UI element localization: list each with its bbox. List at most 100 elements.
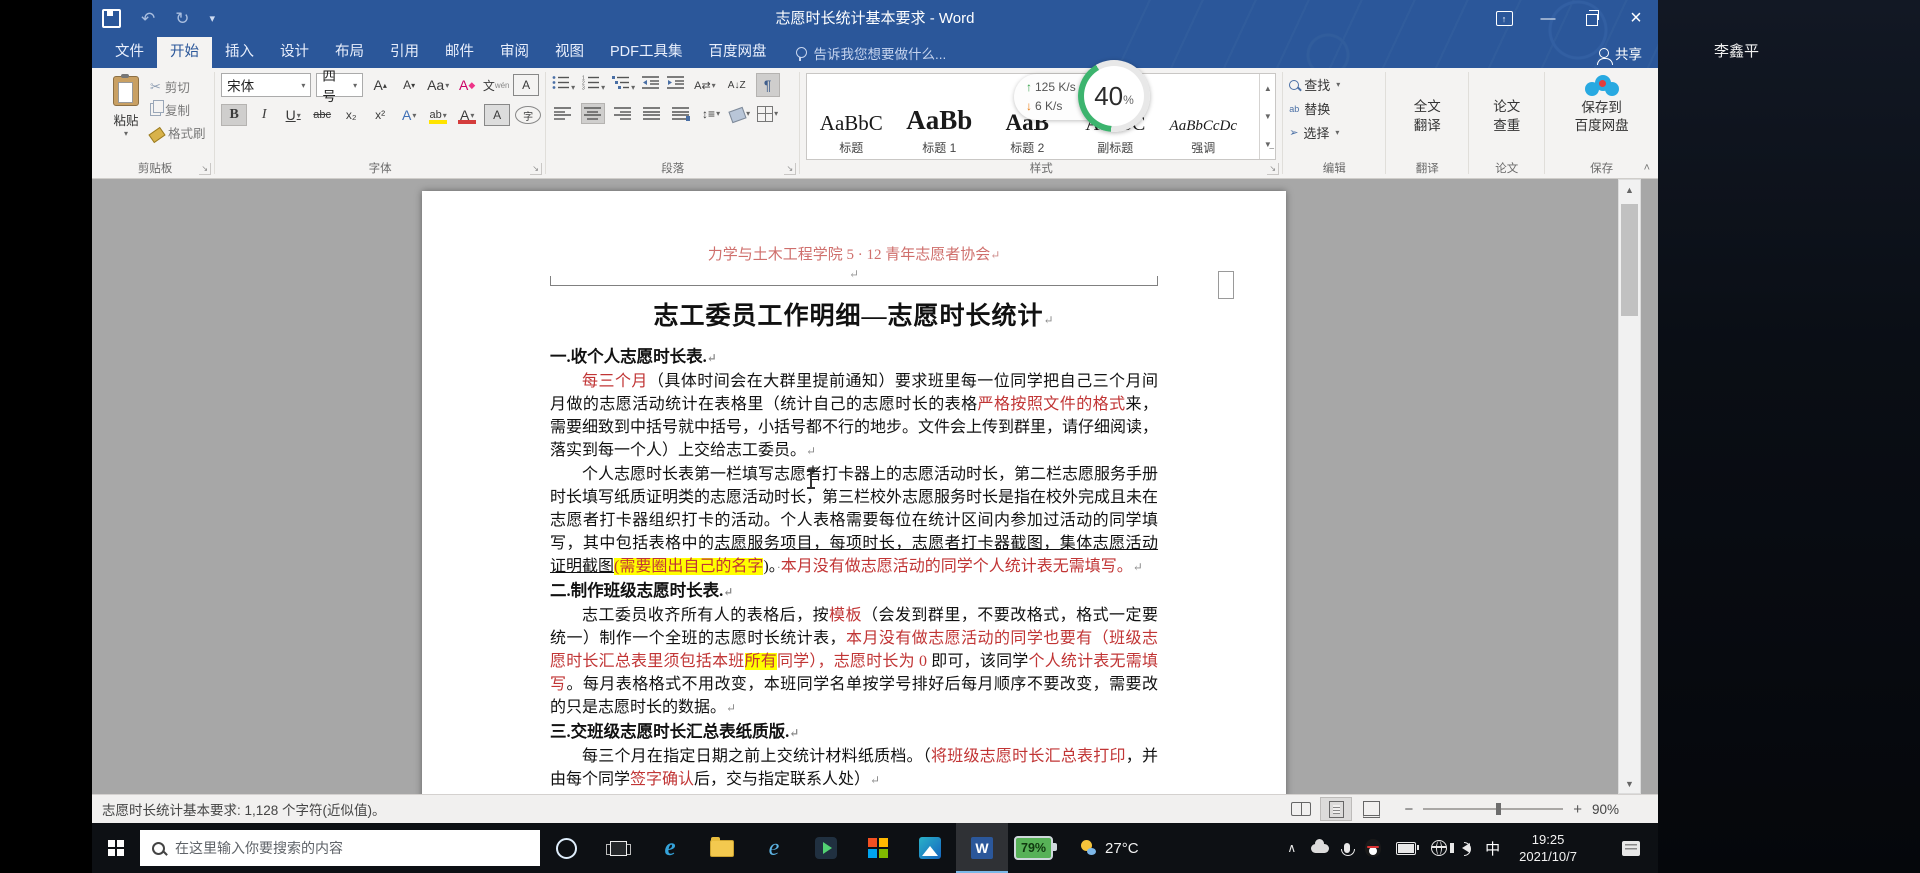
qq-tray-icon[interactable] <box>1365 839 1382 857</box>
volume-tray-icon[interactable] <box>1450 842 1472 856</box>
save-icon[interactable] <box>102 9 121 28</box>
edge-button[interactable]: e <box>644 823 696 873</box>
sort-button[interactable]: A↓Z <box>725 75 749 95</box>
close-button[interactable]: × <box>1614 0 1658 37</box>
ime-indicator[interactable]: 中 <box>1485 838 1500 859</box>
save-to-baidu-button[interactable]: 保存到 百度网盘 <box>1551 99 1652 135</box>
distribute-button[interactable] <box>670 104 692 123</box>
font-color-button[interactable]: A ▾ <box>455 105 479 125</box>
task-view-button[interactable] <box>592 823 644 873</box>
zoom-slider[interactable] <box>1423 803 1564 815</box>
paper-check-button[interactable]: 论文 查重 <box>1475 73 1538 160</box>
style-标题[interactable]: AaBbC 标题 <box>807 74 895 159</box>
photos-button[interactable] <box>904 823 956 873</box>
styles-scroll-down-icon[interactable]: ▼ <box>1260 102 1275 130</box>
app-tiles-button[interactable] <box>852 823 904 873</box>
zoom-slider-thumb[interactable] <box>1496 803 1502 815</box>
print-layout-button[interactable] <box>1320 797 1353 821</box>
text-effects-button[interactable]: A ▾ <box>397 105 421 125</box>
bold-button[interactable]: B <box>221 104 248 126</box>
phonetic-guide-button[interactable]: 文 wén <box>483 75 510 95</box>
bullets-button[interactable]: ▾ <box>552 75 575 95</box>
asian-layout-button[interactable]: A⇄ ▾ <box>692 75 718 95</box>
scroll-down-icon[interactable]: ▼ <box>1619 774 1640 793</box>
battery-percent-badge[interactable]: 79% <box>1014 836 1058 860</box>
styles-dialog-launcher[interactable]: ↘ <box>1267 163 1280 175</box>
tell-me-box[interactable]: 告诉我您想要做什么... <box>795 37 946 68</box>
underline-button[interactable]: U ▾ <box>281 105 305 125</box>
battery-tray-icon[interactable] <box>1396 841 1420 855</box>
collapse-ribbon-icon[interactable]: ˄ <box>1644 162 1650 174</box>
copy-button[interactable]: 复制 <box>150 100 206 119</box>
full-text-translate-button[interactable]: 全文 翻译 <box>1392 73 1462 160</box>
line-spacing-button[interactable]: ↕≡ ▾ <box>699 104 723 124</box>
character-border-button[interactable]: A <box>513 74 540 96</box>
align-right-button[interactable] <box>612 104 634 123</box>
italic-button[interactable]: I <box>252 105 276 125</box>
subscript-button[interactable]: x₂ <box>339 105 363 125</box>
styles-scroll-up-icon[interactable]: ▲ <box>1260 74 1275 102</box>
font-size-select[interactable]: 四号 ▾ <box>316 69 364 104</box>
enclose-characters-button[interactable]: 字 <box>515 106 542 124</box>
taskbar-search-input[interactable]: 在这里输入你要搜索的内容 <box>140 830 540 866</box>
tab-百度网盘[interactable]: 百度网盘 <box>696 37 780 68</box>
file-explorer-button[interactable] <box>696 823 748 873</box>
web-layout-button[interactable] <box>1356 798 1386 820</box>
start-button[interactable] <box>92 823 140 873</box>
ribbon-display-options-button[interactable]: ↑ <box>1482 0 1526 37</box>
decrease-indent-button[interactable] <box>642 75 660 95</box>
word-count-status[interactable]: 志愿时长统计基本要求: 1,128 个字符(近似值)。 <box>102 799 386 819</box>
increase-indent-button[interactable] <box>667 75 685 95</box>
undo-icon[interactable]: ↶ <box>141 10 155 27</box>
share-button[interactable]: 共享 <box>1597 37 1642 68</box>
strikethrough-button[interactable]: abc <box>310 105 334 125</box>
cut-button[interactable]: ✂ 剪切 <box>150 77 206 96</box>
vertical-scrollbar[interactable]: ▲ ▼ <box>1618 179 1641 794</box>
format-painter-button[interactable]: 格式刷 <box>148 123 206 143</box>
document-page[interactable]: 力学与土木工程学院 5 · 12 青年志愿者协会↵ ↵ 志工委员工作明细—志愿时… <box>422 191 1286 794</box>
scroll-up-icon[interactable]: ▲ <box>1619 180 1640 199</box>
zoom-percent[interactable]: 90% <box>1592 802 1628 817</box>
redo-icon[interactable]: ↻ <box>175 10 189 27</box>
align-center-button[interactable] <box>581 103 606 124</box>
paste-button[interactable]: 粘贴 ▾ <box>102 73 150 160</box>
change-case-button[interactable]: Aa ▾ <box>426 75 450 95</box>
read-mode-button[interactable] <box>1286 798 1316 820</box>
minimize-button[interactable]: — <box>1526 0 1570 37</box>
tab-邮件[interactable]: 邮件 <box>432 37 487 68</box>
word-taskbar-button[interactable]: W <box>956 823 1008 873</box>
tray-expand-icon[interactable]: ∧ <box>1287 841 1296 855</box>
style-强调[interactable]: AaBbCcDc 强调 <box>1159 74 1247 159</box>
multilevel-list-button[interactable]: ▾ <box>612 75 635 95</box>
clear-formatting-button[interactable]: A ◆ <box>455 75 479 95</box>
tab-文件[interactable]: 文件 <box>102 37 157 68</box>
network-tray-icon[interactable] <box>1431 840 1448 856</box>
character-shading-button[interactable]: A <box>484 104 511 126</box>
scrollbar-thumb[interactable] <box>1621 204 1638 316</box>
shading-button[interactable]: ▾ <box>728 106 750 124</box>
find-button[interactable]: 查找 ▾ <box>1289 75 1379 94</box>
tab-插入[interactable]: 插入 <box>212 37 267 68</box>
microphone-tray-icon[interactable] <box>1341 843 1356 856</box>
paragraph-dialog-launcher[interactable]: ↘ <box>784 163 797 175</box>
clipboard-dialog-launcher[interactable]: ↘ <box>199 163 212 175</box>
tab-设计[interactable]: 设计 <box>267 37 322 68</box>
grow-font-button[interactable]: A ▴ <box>368 75 392 95</box>
cloud-tray-icon[interactable] <box>1311 838 1330 853</box>
style-标题 1[interactable]: AaBb 标题 1 <box>895 74 983 159</box>
cortana-button[interactable] <box>540 823 592 873</box>
superscript-button[interactable]: x² <box>368 105 392 125</box>
shrink-font-button[interactable]: A ▾ <box>397 75 421 95</box>
tab-引用[interactable]: 引用 <box>377 37 432 68</box>
internet-explorer-button[interactable]: e <box>748 823 800 873</box>
action-center-icon[interactable] <box>1622 840 1640 856</box>
tab-布局[interactable]: 布局 <box>322 37 377 68</box>
show-hide-marks-button[interactable]: ¶ <box>755 73 780 97</box>
media-player-button[interactable] <box>800 823 852 873</box>
taskbar-clock[interactable]: 19:25 2021/10/7 <box>1519 831 1577 865</box>
tab-审阅[interactable]: 审阅 <box>487 37 542 68</box>
performance-ring-overlay[interactable]: 40 % <box>1078 60 1150 132</box>
styles-more-icon[interactable]: ▼̲ <box>1260 131 1275 159</box>
font-dialog-launcher[interactable]: ↘ <box>530 163 543 175</box>
tab-PDF工具集[interactable]: PDF工具集 <box>597 37 696 68</box>
